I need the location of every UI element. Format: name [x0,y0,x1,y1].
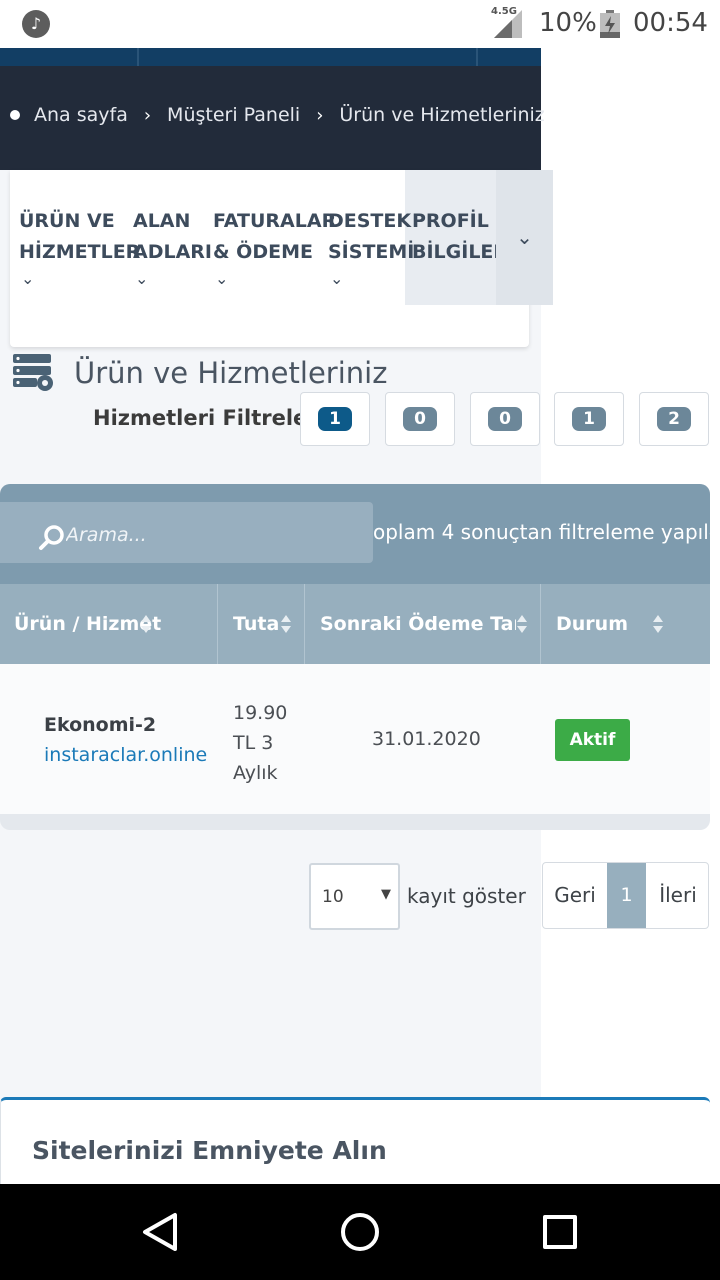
page-title: Ürün ve Hizmetleriniz [74,356,388,390]
status-badge: Aktif [555,719,630,761]
search-icon [39,525,64,550]
chevron-down-icon: ⌄ [516,225,533,249]
table-toolbar: oplam 4 sonuçtan filtreleme yapıld [0,484,710,584]
chevron-down-icon: ⌄ [21,269,35,288]
filter-button-1[interactable]: 1 [300,392,370,446]
column-divider [540,584,541,664]
back-icon[interactable] [141,1212,181,1252]
nav-more-button[interactable]: ⌄ [496,170,553,305]
sort-icon[interactable] [652,614,664,634]
column-status[interactable]: Durum [556,584,646,664]
prev-page-button[interactable]: Geri [543,863,607,928]
chevron-down-icon: ⌄ [330,269,344,288]
page-length-value: 10 [322,887,344,907]
chevron-right-icon: › [143,104,152,126]
filter-button-2[interactable]: 0 [385,392,455,446]
page-length-label: kayıt göster [407,884,526,908]
product-name: Ekonomi-2 [44,714,157,736]
battery-charging-icon [600,10,620,38]
column-divider [304,584,305,664]
page-length-select[interactable]: 10 ▼ [309,863,400,930]
header-bar: Ana sayfa › Müşteri Paneli › Ürün ve Hiz… [0,48,545,170]
home-icon[interactable] [341,1213,379,1251]
column-divider [217,584,218,664]
signal-icon [494,10,522,38]
header-strip [0,48,541,66]
filter-button-5[interactable]: 2 [639,392,709,446]
filter-label: Hizmetleri Filtrele: [93,406,316,430]
clock: 00:54 [633,8,708,38]
filter-button-4[interactable]: 1 [554,392,624,446]
sort-icon[interactable] [280,614,292,634]
web-page: Ana sayfa › Müşteri Paneli › Ürün ve Hiz… [0,48,720,1184]
nav-item-support[interactable]: DESTEK SİSTEMİ ⌄ [328,206,414,290]
nav-item-billing[interactable]: FATURALAR & ÖDEME ⌄ [213,206,336,290]
main-nav: ÜRÜN VE HİZMETLER ⌄ ALAN ADLARI ⌄ FATURA… [10,170,553,347]
product-amount: 19.90 TL 3 Aylık [233,702,288,784]
breadcrumb-current: Ürün ve Hizmetleriniz [339,104,545,126]
status-bar: ♪ 4.5G 10% 00:54 [0,0,720,48]
chevron-down-icon: ⌄ [215,269,229,288]
system-nav-bar [0,1184,720,1280]
breadcrumb: Ana sayfa › Müşteri Paneli › Ürün ve Hiz… [10,104,545,126]
battery-percent: 10% [539,8,597,38]
next-payment-date: 31.01.2020 [372,728,481,750]
result-info: oplam 4 sonuçtan filtreleme yapıld [373,520,710,544]
next-page-button[interactable]: İleri [646,863,708,928]
chevron-down-icon: ⌄ [135,269,149,288]
column-product[interactable]: Ürün / Hizmet [14,584,204,664]
filter-button-3[interactable]: 0 [470,392,540,446]
breadcrumb-client-panel[interactable]: Müşteri Paneli [167,104,300,126]
product-domain-link[interactable]: instaraclar.online [44,744,207,766]
pagination: Geri 1 İleri [542,862,709,929]
nav-item-domains[interactable]: ALAN ADLARI ⌄ [133,206,212,290]
chevron-right-icon: › [316,104,324,126]
search-input[interactable] [66,520,366,550]
table-header: Ürün / Hizmet Tutar Sonraki Ödeme Tarihi… [0,584,710,664]
current-page-button[interactable]: 1 [607,863,646,928]
bullet-icon [10,110,20,120]
services-table: oplam 4 sonuçtan filtreleme yapıld Ürün … [0,484,710,830]
breadcrumb-home[interactable]: Ana sayfa [34,104,128,126]
table-row[interactable]: Ekonomi-2 instaraclar.online 19.90 TL 3 … [0,664,710,814]
music-notification-icon: ♪ [22,10,50,38]
server-settings-icon [13,354,53,391]
caret-down-icon: ▼ [381,887,391,902]
secure-sites-card: Sitelerinizi Emniyete Alın [0,1097,710,1184]
secure-sites-title: Sitelerinizi Emniyete Alın [32,1136,387,1165]
column-amount[interactable]: Tutar [233,584,279,664]
recent-apps-icon[interactable] [543,1215,577,1249]
sort-icon[interactable] [516,614,528,634]
nav-item-products[interactable]: ÜRÜN VE HİZMETLER ⌄ [19,206,140,290]
sort-icon[interactable] [140,614,152,634]
column-next-payment[interactable]: Sonraki Ödeme Tarihi [320,584,516,664]
